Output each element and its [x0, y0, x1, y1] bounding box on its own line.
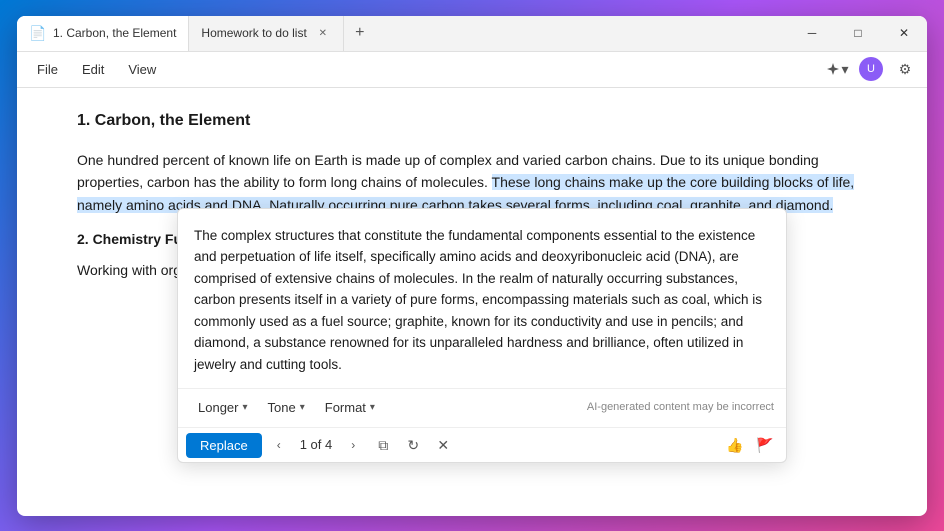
tone-label: Tone	[268, 398, 296, 419]
main-window: 📄 1. Carbon, the Element Homework to do …	[17, 16, 927, 516]
longer-chevron-icon: ▾	[242, 400, 247, 416]
copy-button[interactable]: ⧉	[370, 432, 396, 458]
tab-close-icon[interactable]: ✕	[315, 25, 331, 41]
longer-label: Longer	[198, 398, 238, 419]
popup-toolbar: Longer ▾ Tone ▾ Format ▾ AI-generated co…	[178, 388, 786, 428]
tone-select[interactable]: Tone ▾	[260, 395, 313, 422]
refresh-button[interactable]: ↻	[400, 432, 426, 458]
tone-chevron-icon: ▾	[300, 400, 305, 416]
format-select[interactable]: Format ▾	[317, 395, 383, 422]
thumbs-down-icon[interactable]: 🚩	[752, 432, 778, 458]
ai-toolbar-button[interactable]: ▾	[823, 55, 851, 83]
window-controls: ─ □ ✕	[789, 16, 927, 52]
new-tab-button[interactable]: +	[344, 16, 376, 51]
tab-homework[interactable]: Homework to do list ✕	[189, 16, 343, 51]
minimize-button[interactable]: ─	[789, 16, 835, 52]
close-button[interactable]: ✕	[881, 16, 927, 52]
user-avatar[interactable]: U	[859, 57, 883, 81]
popup-body: The complex structures that constitute t…	[178, 209, 786, 388]
tab1-label: 1. Carbon, the Element	[53, 26, 176, 40]
popup-nav: Replace ‹ 1 of 4 › ⧉ ↻ ✕ 👍 🚩	[178, 427, 786, 462]
doc-icon: 📄	[29, 25, 45, 41]
next-result-button[interactable]: ›	[340, 432, 366, 458]
menubar: File Edit View ▾ U ⚙	[17, 52, 927, 88]
longer-select[interactable]: Longer ▾	[190, 395, 256, 422]
replace-button[interactable]: Replace	[186, 433, 262, 458]
content-area: 1. Carbon, the Element One hundred perce…	[17, 88, 927, 516]
file-menu[interactable]: File	[25, 58, 70, 81]
nav-count: 1 of 4	[296, 435, 337, 456]
edit-menu[interactable]: Edit	[70, 58, 116, 81]
view-menu[interactable]: View	[116, 58, 168, 81]
format-label: Format	[325, 398, 366, 419]
titlebar: 📄 1. Carbon, the Element Homework to do …	[17, 16, 927, 52]
close-popup-button[interactable]: ✕	[430, 432, 456, 458]
tab-carbon[interactable]: 📄 1. Carbon, the Element	[17, 16, 189, 51]
paragraph1: One hundred percent of known life on Ear…	[77, 149, 867, 216]
tab-area: 📄 1. Carbon, the Element Homework to do …	[17, 16, 789, 51]
thumbs-up-icon[interactable]: 👍	[722, 432, 748, 458]
doc-title: 1. Carbon, the Element	[77, 108, 867, 134]
ai-disclaimer: AI-generated content may be incorrect	[587, 399, 774, 417]
nav-right-icons: 👍 🚩	[722, 432, 778, 458]
menubar-right: ▾ U ⚙	[823, 55, 919, 83]
prev-result-button[interactable]: ‹	[266, 432, 292, 458]
settings-button[interactable]: ⚙	[891, 55, 919, 83]
tab2-label: Homework to do list	[201, 26, 306, 40]
popup-body-text: The complex structures that constitute t…	[194, 228, 762, 373]
ai-rewrite-popup: The complex structures that constitute t…	[177, 208, 787, 464]
format-chevron-icon: ▾	[370, 400, 375, 416]
maximize-button[interactable]: □	[835, 16, 881, 52]
